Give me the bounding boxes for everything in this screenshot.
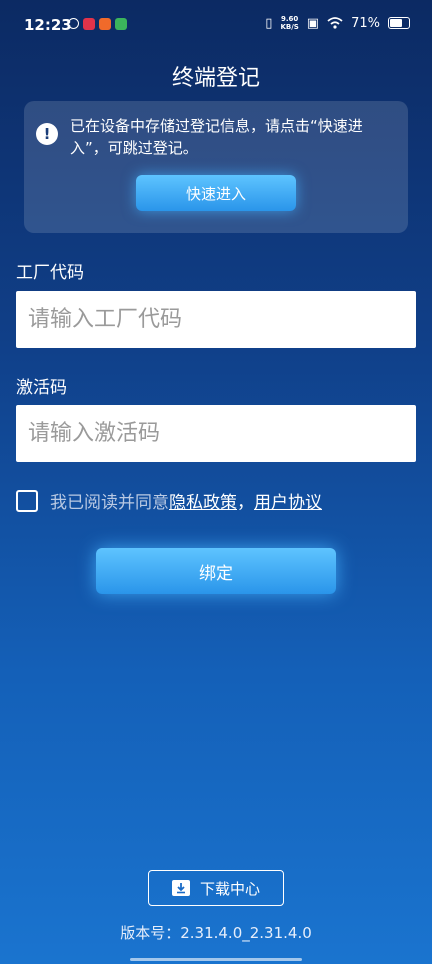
page-title: 终端登记 xyxy=(171,66,260,91)
battery-icon xyxy=(388,17,410,29)
agreement-prefix: 我已阅读并同意 xyxy=(50,493,169,513)
notice-card: ! 已在设备中存储过登记信息，请点击“快速进入”，可跳过登记。 快速进入 xyxy=(24,101,408,233)
net-speed: 9.60 KB/S xyxy=(280,15,299,31)
vibrate-icon: ▯ xyxy=(265,15,273,31)
factory-code-label: 工厂代码 xyxy=(16,263,84,283)
activation-code-label: 激活码 xyxy=(16,378,67,398)
notification-icons xyxy=(68,18,127,30)
status-indicators: ▯ 9.60 KB/S ▣ 71% xyxy=(265,15,410,31)
version-text: 版本号：2.31.4.0_2.31.4.0 xyxy=(120,924,312,942)
user-agreement-link[interactable]: 用户协议 xyxy=(254,488,322,513)
agreement-row: 我已阅读并同意 隐私政策 ， 用户协议 xyxy=(16,488,322,513)
sim-icon: ▣ xyxy=(306,15,320,31)
battery-percent: 71% xyxy=(351,15,380,31)
privacy-policy-link[interactable]: 隐私政策 xyxy=(169,488,237,513)
notice-text: 已在设备中存储过登记信息，请点击“快速进入”，可跳过登记。 xyxy=(70,117,363,157)
app-notification-icon xyxy=(115,18,127,30)
bind-button[interactable]: 绑定 xyxy=(96,548,336,594)
status-time: 12:23 xyxy=(24,16,72,34)
download-center-button[interactable]: 下载中心 xyxy=(148,870,284,906)
factory-code-input[interactable] xyxy=(16,291,416,348)
status-bar: 12:23 ▯ 9.60 KB/S ▣ 71% xyxy=(0,0,432,52)
app-notification-icon xyxy=(83,18,95,30)
agreement-separator: ， xyxy=(237,493,254,513)
agree-checkbox[interactable] xyxy=(16,489,38,512)
battery-fill xyxy=(390,19,403,27)
download-center-label: 下载中心 xyxy=(199,879,260,898)
home-indicator[interactable] xyxy=(130,958,302,961)
download-icon xyxy=(171,880,190,896)
activation-code-input[interactable] xyxy=(16,405,416,462)
app-notification-icon xyxy=(99,18,111,30)
quick-enter-button[interactable]: 快速进入 xyxy=(136,175,296,211)
exclamation-icon: ! xyxy=(36,123,58,145)
app-notification-icon xyxy=(68,18,79,29)
wifi-icon xyxy=(327,17,343,29)
